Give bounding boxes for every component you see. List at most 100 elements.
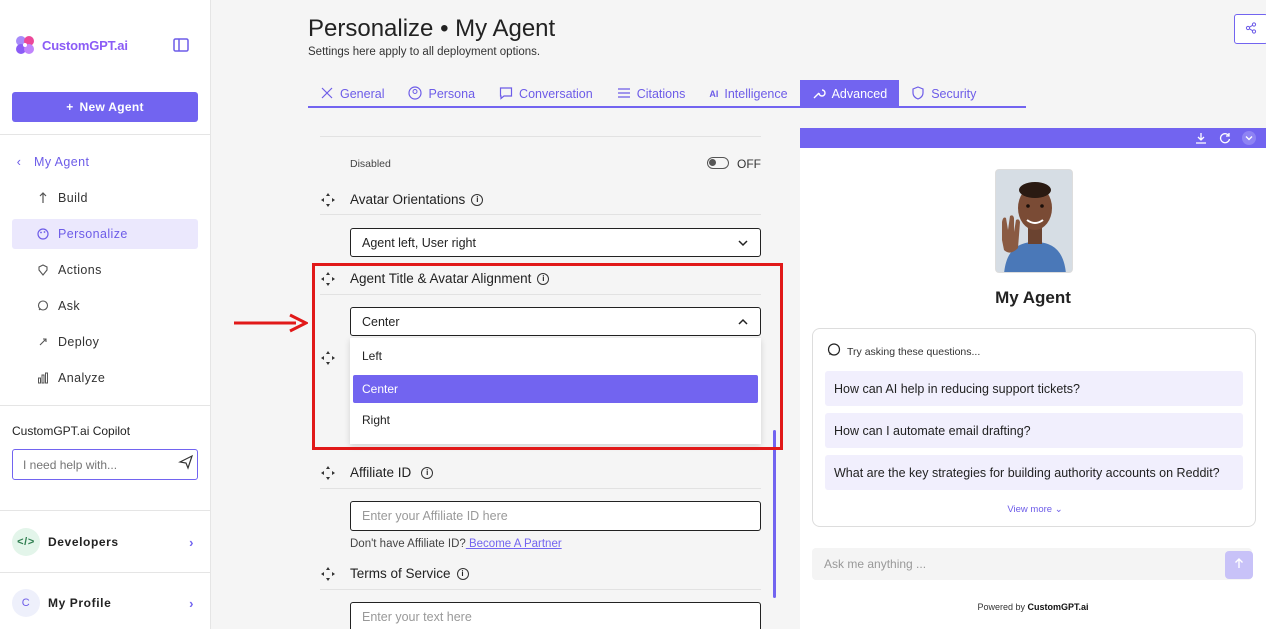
send-button[interactable] <box>1225 551 1253 579</box>
page-subtitle: Settings here apply to all deployment op… <box>308 46 541 58</box>
red-arrow-icon <box>234 313 308 333</box>
suggested-question[interactable]: How can AI help in reducing support tick… <box>825 371 1243 406</box>
settings-tabs: General Persona Conversation Citations A… <box>308 80 1026 108</box>
affiliate-id-input[interactable]: Enter your Affiliate ID here <box>350 501 761 531</box>
profile-label: My Profile <box>48 596 112 610</box>
sidebar-item-ask[interactable]: Ask <box>12 291 198 321</box>
sidebar-item-label: Build <box>58 191 88 205</box>
suggested-questions-card: Try asking these questions... How can AI… <box>812 328 1256 527</box>
info-icon[interactable]: i <box>471 193 484 206</box>
share-button[interactable] <box>1234 14 1266 44</box>
powered-brand[interactable]: CustomGPT.ai <box>1028 602 1089 612</box>
share-icon <box>1245 21 1257 37</box>
tab-label: Persona <box>428 87 476 101</box>
sidebar: CustomGPT.ai + New Agent ‹ My Agent Buil… <box>0 0 211 629</box>
arrow-up-icon <box>1233 556 1245 574</box>
back-to-agent[interactable]: ‹ My Agent <box>12 147 198 177</box>
tab-citations[interactable]: Citations <box>605 80 698 108</box>
view-more-text: View more <box>1007 504 1053 515</box>
divider <box>0 572 211 573</box>
sidebar-item-actions[interactable]: Actions <box>12 255 198 285</box>
divider <box>320 214 761 215</box>
sidebar-item-label: Personalize <box>58 227 128 241</box>
tools-icon <box>320 86 334 103</box>
new-agent-label: New Agent <box>79 100 144 114</box>
disabled-label: Disabled <box>350 158 391 170</box>
tab-security[interactable]: Security <box>899 80 988 108</box>
info-icon[interactable]: i <box>421 466 434 479</box>
actions-icon <box>36 263 50 277</box>
divider <box>320 136 761 137</box>
copilot-input[interactable] <box>23 457 178 472</box>
become-partner-link[interactable]: Become A Partner <box>466 538 562 550</box>
agent-name: My Agent <box>995 288 1071 307</box>
suggested-question[interactable]: What are the key strategies for building… <box>825 455 1243 490</box>
tab-advanced[interactable]: Advanced <box>799 80 900 108</box>
plus-icon: + <box>66 100 74 114</box>
chat-icon <box>36 299 50 313</box>
developers-label: Developers <box>48 535 119 549</box>
user-circle-icon <box>408 85 423 103</box>
chevron-down-icon <box>737 237 749 252</box>
tab-conversation[interactable]: Conversation <box>487 80 605 108</box>
chevron-down-icon[interactable] <box>1242 131 1256 145</box>
terms-title: Terms of Service i <box>350 566 469 581</box>
sidebar-item-label: Analyze <box>58 371 106 385</box>
sidebar-item-personalize[interactable]: Personalize <box>12 219 198 249</box>
sidebar-item-deploy[interactable]: Deploy <box>12 327 198 357</box>
my-profile-link[interactable]: C My Profile › <box>12 589 198 617</box>
section-title-text: Affiliate ID <box>350 465 412 480</box>
sidebar-collapse-icon[interactable] <box>172 36 190 54</box>
chevron-right-icon: › <box>189 535 194 550</box>
terms-input[interactable]: Enter your text here <box>350 602 761 629</box>
chat-input[interactable]: Ask me anything ... <box>812 548 1252 580</box>
section-title-text: Terms of Service <box>350 566 451 581</box>
download-icon[interactable] <box>1194 131 1208 145</box>
avatar: C <box>12 589 40 617</box>
tab-general[interactable]: General <box>308 80 396 108</box>
feature-toggle[interactable] <box>707 157 729 169</box>
avatar-orientation-title: Avatar Orientations i <box>350 192 484 207</box>
drag-handle-icon[interactable] <box>321 193 335 207</box>
sidebar-item-label: Deploy <box>58 335 100 349</box>
avatar-orientation-select[interactable]: Agent left, User right <box>350 228 761 257</box>
tab-label: Security <box>931 87 977 101</box>
sidebar-item-build[interactable]: Build <box>12 183 198 213</box>
brand-logo[interactable]: CustomGPT.ai <box>12 32 198 58</box>
drag-handle-icon[interactable] <box>321 466 335 480</box>
tab-persona[interactable]: Persona <box>396 80 487 108</box>
tab-intelligence[interactable]: AI Intelligence <box>697 80 799 108</box>
sidebar-item-analyze[interactable]: Analyze <box>12 363 198 393</box>
refresh-icon[interactable] <box>1218 131 1232 145</box>
agent-avatar <box>995 169 1073 273</box>
view-more-link[interactable]: View more ⌄ <box>813 504 1257 515</box>
chevron-right-icon: › <box>189 596 194 611</box>
drag-handle-icon[interactable] <box>321 567 335 581</box>
chart-icon <box>36 371 50 385</box>
brand-name: CustomGPT.ai <box>42 37 128 53</box>
affiliate-help-text: Don't have Affiliate ID? <box>350 538 466 550</box>
divider <box>0 134 211 135</box>
agent-preview: My Agent Try asking these questions... H… <box>800 128 1266 629</box>
wrench-icon <box>812 86 826 103</box>
send-icon[interactable] <box>178 454 194 475</box>
select-value: Agent left, User right <box>362 235 476 250</box>
toggle-state: OFF <box>737 157 761 171</box>
preview-toolbar <box>800 128 1266 148</box>
affiliate-title: Affiliate ID i <box>350 465 434 480</box>
palette-icon <box>36 227 50 241</box>
back-label: My Agent <box>34 155 90 169</box>
developers-link[interactable]: </> Developers › <box>12 528 198 556</box>
info-icon[interactable]: i <box>456 567 469 580</box>
tab-label: General <box>340 87 385 101</box>
new-agent-button[interactable]: + New Agent <box>12 92 198 122</box>
chat-bubble-icon <box>827 343 841 360</box>
message-icon <box>499 86 513 103</box>
questions-heading: Try asking these questions... <box>827 343 980 360</box>
divider <box>0 510 211 511</box>
tab-label: Advanced <box>831 87 888 101</box>
scrollbar[interactable] <box>773 430 776 598</box>
chevron-left-icon: ‹ <box>16 155 22 169</box>
brain-logo-icon <box>12 32 38 58</box>
suggested-question[interactable]: How can I automate email drafting? <box>825 413 1243 448</box>
